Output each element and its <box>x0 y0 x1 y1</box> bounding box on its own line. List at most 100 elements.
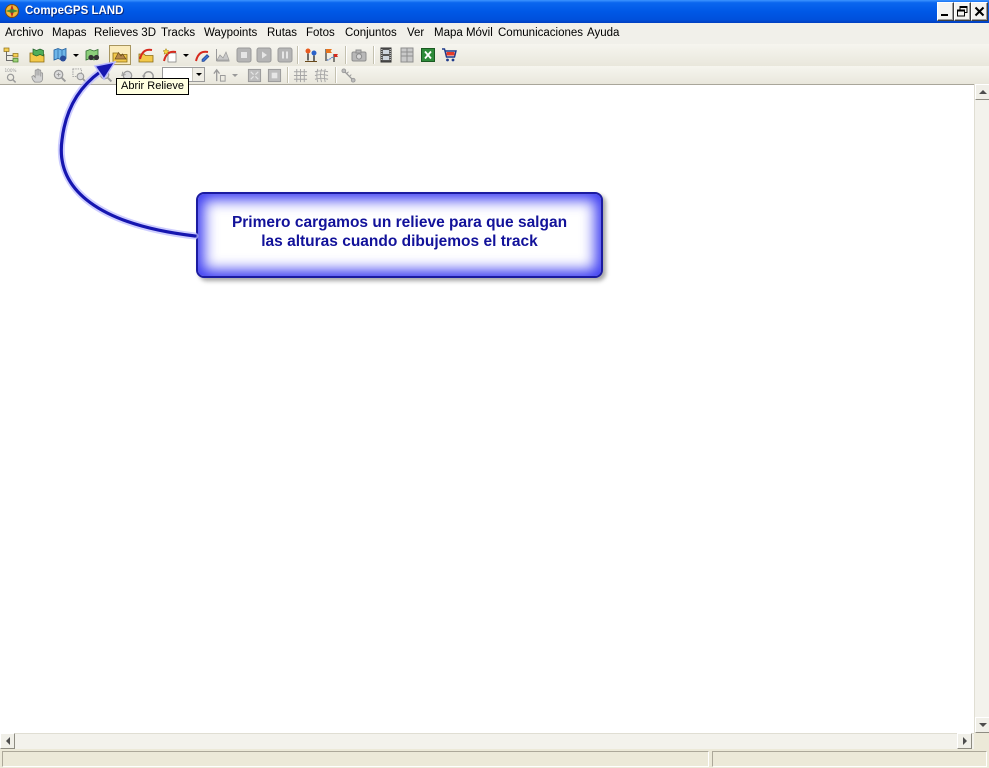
vertical-scrollbar[interactable] <box>974 84 989 733</box>
north-up-button[interactable] <box>209 67 229 84</box>
menu-ver[interactable]: Ver <box>407 27 424 39</box>
new-track-icon <box>162 47 177 63</box>
tooltip-open-relief: Abrir Relieve <box>116 78 189 95</box>
waypoint-button[interactable] <box>301 45 321 65</box>
restore-icon <box>957 6 968 17</box>
tree-view-button[interactable] <box>1 45 21 65</box>
waypoint-icon <box>305 48 317 62</box>
horizontal-scrollbar[interactable] <box>0 733 974 749</box>
open-track-button[interactable] <box>136 45 156 65</box>
zoom-100-button[interactable]: 100% <box>1 67 21 84</box>
close-icon <box>974 6 985 17</box>
close-button[interactable] <box>971 2 988 21</box>
menu-tracks[interactable]: Tracks <box>161 27 195 39</box>
menu-relieves-3d[interactable]: Relieves 3D <box>94 27 156 39</box>
scroll-left-button[interactable] <box>0 733 15 749</box>
coord-grid-icon <box>314 68 328 83</box>
status-panel-secondary <box>712 751 987 767</box>
play-icon <box>256 47 272 63</box>
pan-hand-button[interactable] <box>27 67 47 84</box>
callout-line-2: las alturas cuando dibujemos el track <box>261 233 538 250</box>
route-icon <box>325 49 338 62</box>
export-excel-button[interactable] <box>418 45 438 65</box>
zoom-100-icon: 100% <box>4 68 16 83</box>
status-panel-main <box>2 751 709 767</box>
north-up-icon <box>212 68 226 82</box>
new-track-dropdown-icon[interactable] <box>183 54 189 57</box>
zoom-layer-button[interactable] <box>264 67 284 84</box>
callout-line-1: Primero cargamos un relieve para que sal… <box>231 214 568 231</box>
open-track-icon <box>138 48 154 63</box>
zoom-out-button[interactable] <box>95 67 115 84</box>
pause-button[interactable] <box>275 45 295 65</box>
toolbar-separator <box>297 46 299 64</box>
shop-cart-icon <box>442 48 457 62</box>
photo-button[interactable] <box>349 45 369 65</box>
menu-waypoints[interactable]: Waypoints <box>204 27 257 39</box>
title-bar[interactable]: CompeGPS LAND <box>0 0 989 23</box>
open-relief-button[interactable] <box>109 45 131 65</box>
table-button[interactable] <box>397 45 417 65</box>
map-search-button[interactable] <box>83 45 103 65</box>
open-relief-icon <box>112 51 128 63</box>
map-canvas[interactable] <box>0 84 974 733</box>
map-list-dropdown-icon[interactable] <box>73 54 79 57</box>
play-button[interactable] <box>254 45 274 65</box>
profile-chart-icon <box>216 49 230 62</box>
compegps-app-icon[interactable] <box>4 3 20 19</box>
export-excel-icon <box>421 48 435 62</box>
scroll-down-button[interactable] <box>975 717 989 733</box>
minimize-icon <box>941 14 948 16</box>
scroll-down-icon <box>978 723 987 727</box>
map-search-icon <box>85 48 100 61</box>
stop-button[interactable] <box>234 45 254 65</box>
menu-comunicaciones[interactable]: Comunicaciones <box>498 27 583 39</box>
menu-conjuntos[interactable]: Conjuntos <box>345 27 397 39</box>
profile-chart-button[interactable] <box>213 45 233 65</box>
pause-icon <box>277 47 293 63</box>
menu-rutas[interactable]: Rutas <box>267 27 297 39</box>
zoom-tool-button[interactable] <box>49 67 69 84</box>
map-list-icon <box>53 47 67 62</box>
scale-combo-dropdown-icon[interactable] <box>192 68 204 81</box>
scrollbar-corner <box>974 733 989 749</box>
photo-icon <box>351 49 367 62</box>
status-bar <box>0 749 989 768</box>
grid-button[interactable] <box>290 67 310 84</box>
video-button[interactable] <box>376 45 396 65</box>
measure-button[interactable] <box>338 67 358 84</box>
menu-fotos[interactable]: Fotos <box>306 27 335 39</box>
zoom-fit-button[interactable] <box>244 67 264 84</box>
stop-icon <box>236 47 252 63</box>
scroll-right-button[interactable] <box>957 733 972 749</box>
north-up-dropdown-icon[interactable] <box>232 74 238 77</box>
shop-cart-button[interactable] <box>439 45 459 65</box>
menu-mapas[interactable]: Mapas <box>52 27 87 39</box>
menu-archivo[interactable]: Archivo <box>5 27 43 39</box>
zoom-layer-icon <box>267 68 281 83</box>
coord-grid-button[interactable] <box>311 67 331 84</box>
zoom-window-button[interactable] <box>69 67 89 84</box>
scroll-up-button[interactable] <box>975 84 989 100</box>
zoom-100-label: 100% <box>4 68 16 73</box>
map-list-button[interactable] <box>50 45 70 65</box>
main-toolbar <box>0 44 989 66</box>
pan-hand-icon <box>30 68 43 83</box>
zoom-window-icon <box>71 68 86 83</box>
measure-icon <box>340 68 356 83</box>
tree-view-icon <box>3 47 19 63</box>
zoom-out-icon <box>99 69 112 83</box>
minimize-button[interactable] <box>937 2 954 21</box>
scroll-left-icon <box>5 737 10 745</box>
menu-ayuda[interactable]: Ayuda <box>587 27 619 39</box>
open-map-icon <box>29 48 45 63</box>
window-title: CompeGPS LAND <box>25 5 124 17</box>
track-edit-button[interactable] <box>192 45 212 65</box>
restore-button[interactable] <box>954 2 971 21</box>
menu-mapa-movil[interactable]: Mapa Móvil <box>434 27 493 39</box>
route-button[interactable] <box>321 45 341 65</box>
open-map-button[interactable] <box>27 45 47 65</box>
toolbar-separator <box>373 46 375 64</box>
menu-bar: Archivo Mapas Relieves 3D Tracks Waypoin… <box>0 23 989 44</box>
new-track-button[interactable] <box>160 45 180 65</box>
